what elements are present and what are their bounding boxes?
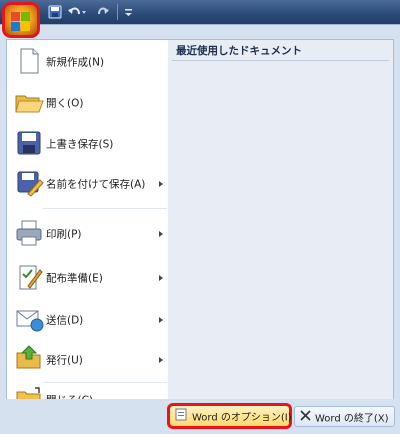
word-options-button[interactable]: Word のオプション(I) xyxy=(167,403,292,429)
menu-item-send[interactable]: 送信(D) xyxy=(7,302,167,338)
undo-icon[interactable] xyxy=(67,5,87,19)
redo-icon[interactable] xyxy=(96,5,110,19)
exit-word-button[interactable]: Word の終了(X) xyxy=(294,406,395,427)
submenu-arrow-icon xyxy=(159,317,163,323)
open-folder-icon xyxy=(14,87,44,117)
menu-divider xyxy=(43,208,167,209)
menu-item-print[interactable]: 印刷(P) xyxy=(7,216,167,252)
print-icon xyxy=(14,218,44,248)
exit-word-label: Word の終了(X) xyxy=(315,413,389,424)
menu-panel: 新規作成(N) 開く(O) 上書き保存(S) 名前を付けて保存(A) 印刷(P)… xyxy=(6,39,394,420)
new-document-icon xyxy=(14,46,44,76)
menu-item-label: 送信(D) xyxy=(46,314,84,327)
menu-item-label: 新規作成(N) xyxy=(46,56,105,69)
save-icon[interactable] xyxy=(48,5,62,19)
word-options-label: Word のオプション(I) xyxy=(192,412,292,424)
submenu-arrow-icon xyxy=(159,275,163,281)
menu-item-prepare[interactable]: 配布準備(E) xyxy=(7,260,167,296)
submenu-arrow-icon xyxy=(159,181,163,187)
publish-icon xyxy=(14,344,44,374)
options-icon xyxy=(175,408,187,424)
menu-item-open[interactable]: 開く(O) xyxy=(7,85,167,121)
submenu-arrow-icon xyxy=(159,357,163,363)
office-menu: 新規作成(N) 開く(O) 上書き保存(S) 名前を付けて保存(A) 印刷(P)… xyxy=(0,24,400,434)
recent-divider xyxy=(172,60,389,61)
send-icon xyxy=(14,304,44,334)
office-button[interactable] xyxy=(2,2,40,38)
close-icon xyxy=(300,409,311,424)
menu-commands: 新規作成(N) 開く(O) 上書き保存(S) 名前を付けて保存(A) 印刷(P)… xyxy=(7,40,169,419)
recent-documents-pane: 最近使用したドキュメント xyxy=(168,40,393,419)
menu-item-label: 上書き保存(S) xyxy=(46,138,114,151)
menu-item-new[interactable]: 新規作成(N) xyxy=(7,44,167,80)
recent-documents-title: 最近使用したドキュメント xyxy=(176,45,302,57)
menu-item-label: 発行(U) xyxy=(46,354,83,367)
toolbar-separator xyxy=(117,4,118,20)
prepare-icon xyxy=(14,262,44,292)
title-bar xyxy=(0,0,400,24)
save-icon xyxy=(14,128,44,158)
menu-item-save-as[interactable]: 名前を付けて保存(A) xyxy=(7,166,167,202)
save-as-icon xyxy=(14,168,44,198)
menu-item-label: 配布準備(E) xyxy=(46,272,103,285)
menu-item-publish[interactable]: 発行(U) xyxy=(7,342,167,378)
menu-item-label: 名前を付けて保存(A) xyxy=(46,178,146,191)
menu-item-save[interactable]: 上書き保存(S) xyxy=(7,126,167,162)
submenu-arrow-icon xyxy=(159,231,163,237)
menu-item-label: 印刷(P) xyxy=(46,228,82,241)
customize-toolbar-icon[interactable] xyxy=(124,5,134,19)
office-logo-icon xyxy=(11,12,30,31)
menu-item-label: 開く(O) xyxy=(46,97,84,110)
